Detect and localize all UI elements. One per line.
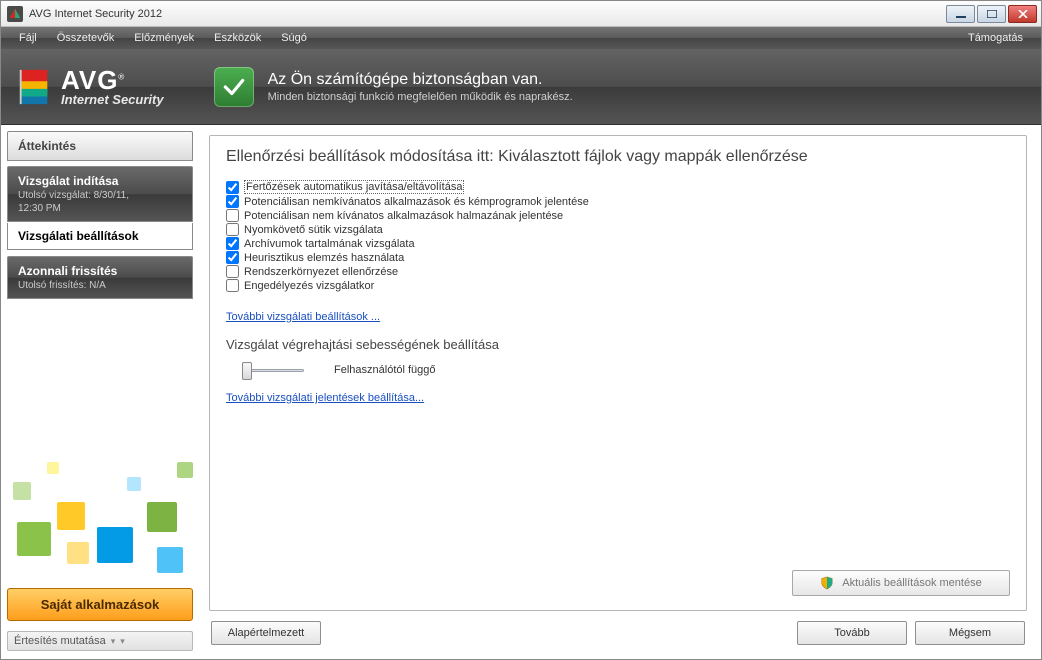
sidebar-item-update[interactable]: Azonnali frissítés Utolsó frissítés: N/A bbox=[7, 256, 193, 299]
check-label: Nyomkövető sütik vizsgálata bbox=[244, 224, 383, 236]
button-row: Alapértelmezett Tovább Mégsem bbox=[209, 611, 1027, 649]
menu-help[interactable]: Súgó bbox=[271, 30, 317, 46]
status-headline: Az Ön számítógépe biztonságban van. bbox=[268, 71, 573, 89]
menubar: Fájl Összetevők Előzmények Eszközök Súgó… bbox=[1, 27, 1041, 49]
close-button[interactable] bbox=[1008, 5, 1037, 23]
check-input[interactable] bbox=[226, 195, 239, 208]
speed-slider[interactable] bbox=[242, 362, 304, 378]
default-button[interactable]: Alapértelmezett bbox=[211, 621, 321, 645]
shield-icon bbox=[820, 576, 834, 590]
check-label: Archívumok tartalmának vizsgálata bbox=[244, 238, 415, 250]
next-button[interactable]: Tovább bbox=[797, 621, 907, 645]
check-option[interactable]: Engedélyezés vizsgálatkor bbox=[226, 279, 1010, 292]
check-label: Potenciálisan nemkívánatos alkalmazások … bbox=[244, 196, 589, 208]
app-icon bbox=[7, 6, 23, 22]
check-input[interactable] bbox=[226, 265, 239, 278]
check-label: Engedélyezés vizsgálatkor bbox=[244, 280, 374, 292]
chevron-down-icon: ▾ bbox=[111, 636, 116, 647]
menu-tools[interactable]: Eszközök bbox=[204, 30, 271, 46]
check-input[interactable] bbox=[226, 251, 239, 264]
menu-support[interactable]: Támogatás bbox=[958, 30, 1033, 46]
status-subline: Minden biztonsági funkció megfelelően mű… bbox=[268, 91, 573, 103]
sidebar-scan-sub1: Utolsó vizsgálat: 8/30/11, bbox=[18, 190, 182, 201]
check-input[interactable] bbox=[226, 237, 239, 250]
check-input[interactable] bbox=[226, 223, 239, 236]
check-label: Fertőzések automatikus javítása/eltávolí… bbox=[244, 180, 464, 194]
sidebar-item-overview[interactable]: Áttekintés bbox=[7, 131, 193, 161]
sidebar-scan-title: Vizsgálat indítása bbox=[18, 174, 182, 188]
sidebar-item-scan-settings[interactable]: Vizsgálati beállítások bbox=[7, 223, 193, 250]
maximize-button[interactable] bbox=[977, 5, 1006, 23]
menu-history[interactable]: Előzmények bbox=[124, 30, 204, 46]
check-option[interactable]: Potenciálisan nem kívánatos alkalmazások… bbox=[226, 209, 1010, 222]
more-reports-link[interactable]: További vizsgálati jelentések beállítása… bbox=[226, 392, 424, 404]
check-input[interactable] bbox=[226, 181, 239, 194]
sidebar-update-title: Azonnali frissítés bbox=[18, 264, 182, 278]
check-option[interactable]: Nyomkövető sütik vizsgálata bbox=[226, 223, 1010, 236]
check-option[interactable]: Potenciálisan nemkívánatos alkalmazások … bbox=[226, 195, 1010, 208]
logo-sub: Internet Security bbox=[61, 93, 164, 106]
window-title: AVG Internet Security 2012 bbox=[29, 8, 162, 20]
settings-panel: Ellenőrzési beállítások módosítása itt: … bbox=[209, 135, 1027, 611]
save-settings-button[interactable]: Aktuális beállítások mentése bbox=[792, 570, 1010, 596]
sidebar: Áttekintés Vizsgálat indítása Utolsó viz… bbox=[1, 125, 199, 659]
sidebar-item-scan[interactable]: Vizsgálat indítása Utolsó vizsgálat: 8/3… bbox=[7, 166, 193, 222]
avg-flag-icon bbox=[15, 68, 53, 106]
sidebar-update-sub: Utolsó frissítés: N/A bbox=[18, 280, 182, 291]
decorative-squares bbox=[7, 432, 193, 582]
speed-value: Felhasználótól függő bbox=[334, 364, 436, 376]
main-area: Ellenőrzési beállítások módosítása itt: … bbox=[199, 125, 1041, 659]
brand-logo: AVG® Internet Security bbox=[15, 67, 164, 106]
status-ok-icon bbox=[214, 67, 254, 107]
check-option[interactable]: Fertőzések automatikus javítása/eltávolí… bbox=[226, 180, 1010, 194]
checkbox-list: Fertőzések automatikus javítása/eltávolí… bbox=[226, 180, 1010, 292]
save-settings-label: Aktuális beállítások mentése bbox=[842, 577, 981, 589]
panel-title: Ellenőrzési beállítások módosítása itt: … bbox=[226, 148, 1010, 166]
check-label: Rendszerkörnyezet ellenőrzése bbox=[244, 266, 398, 278]
menu-components[interactable]: Összetevők bbox=[47, 30, 124, 46]
check-option[interactable]: Rendszerkörnyezet ellenőrzése bbox=[226, 265, 1010, 278]
logo-name: AVG bbox=[61, 65, 118, 95]
check-option[interactable]: Heurisztikus elemzés használata bbox=[226, 251, 1010, 264]
show-notification-button[interactable]: Értesítés mutatása ▾ ▾ bbox=[7, 631, 193, 651]
titlebar[interactable]: AVG Internet Security 2012 bbox=[1, 1, 1041, 27]
check-input[interactable] bbox=[226, 209, 239, 222]
my-apps-button[interactable]: Saját alkalmazások bbox=[7, 588, 193, 621]
speed-header: Vizsgálat végrehajtási sebességének beál… bbox=[226, 337, 1010, 352]
sidebar-scan-sub2: 12:30 PM bbox=[18, 203, 182, 214]
menu-file[interactable]: Fájl bbox=[9, 30, 47, 46]
check-input[interactable] bbox=[226, 279, 239, 292]
app-window: AVG Internet Security 2012 Fájl Összetev… bbox=[0, 0, 1042, 660]
cancel-button[interactable]: Mégsem bbox=[915, 621, 1025, 645]
minimize-button[interactable] bbox=[946, 5, 975, 23]
check-label: Heurisztikus elemzés használata bbox=[244, 252, 404, 264]
status-header: AVG® Internet Security Az Ön számítógépe… bbox=[1, 49, 1041, 125]
show-notification-label: Értesítés mutatása bbox=[14, 635, 106, 647]
chevron-down-icon: ▾ bbox=[120, 636, 125, 647]
check-option[interactable]: Archívumok tartalmának vizsgálata bbox=[226, 237, 1010, 250]
check-label: Potenciálisan nem kívánatos alkalmazások… bbox=[244, 210, 563, 222]
more-scan-settings-link[interactable]: További vizsgálati beállítások ... bbox=[226, 311, 380, 323]
